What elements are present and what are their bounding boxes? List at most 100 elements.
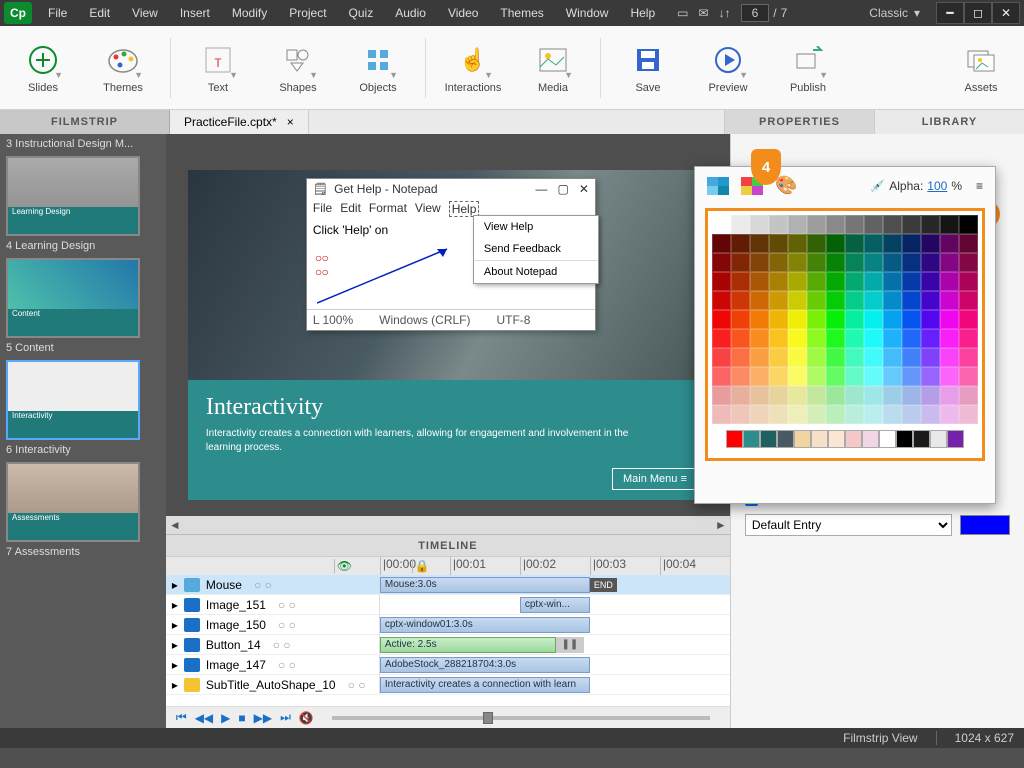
swatch[interactable] <box>921 386 940 405</box>
swatch[interactable] <box>788 253 807 272</box>
swatch[interactable] <box>788 310 807 329</box>
timeline-row[interactable]: ▸Image_151○ ○cptx-win... <box>166 595 730 615</box>
ribbon-shapes[interactable]: ▼ Shapes <box>263 31 333 105</box>
swatch[interactable] <box>921 234 940 253</box>
timeline-bar[interactable]: cptx-win... <box>520 597 590 613</box>
swatch[interactable] <box>807 348 826 367</box>
swatch[interactable] <box>845 329 864 348</box>
swatch[interactable] <box>940 234 959 253</box>
menu-project[interactable]: Project <box>279 3 336 23</box>
swatch[interactable] <box>921 272 940 291</box>
menu-themes[interactable]: Themes <box>490 3 553 23</box>
swatch[interactable] <box>769 310 788 329</box>
swatch[interactable] <box>826 234 845 253</box>
horizontal-scrollbar[interactable]: ◄ ► <box>166 516 730 534</box>
document-tab[interactable]: PracticeFile.cptx* × <box>170 110 309 134</box>
swatch[interactable] <box>883 367 902 386</box>
swatch[interactable] <box>845 215 864 234</box>
swatch[interactable] <box>864 405 883 424</box>
scroll-right-icon[interactable]: ► <box>712 518 730 532</box>
stop-icon[interactable]: ■ <box>238 711 245 725</box>
swatch[interactable] <box>864 329 883 348</box>
swatch[interactable] <box>959 329 978 348</box>
timeline-row[interactable]: ▸Image_147○ ○AdobeStock_288218704:3.0s <box>166 655 730 675</box>
swatch[interactable] <box>864 367 883 386</box>
swatch[interactable] <box>921 215 940 234</box>
swatch[interactable] <box>902 329 921 348</box>
swatch[interactable] <box>807 386 826 405</box>
swatch[interactable] <box>883 272 902 291</box>
main-menu-button[interactable]: Main Menu ≡ <box>612 468 698 490</box>
swatch[interactable] <box>731 272 750 291</box>
np-menu-format[interactable]: Format <box>369 201 407 217</box>
swatch[interactable] <box>845 367 864 386</box>
swatch[interactable] <box>807 291 826 310</box>
color-wheel-icon[interactable]: 🎨 <box>775 175 797 196</box>
filmstrip-item-selected[interactable]: Interactivity 6 Interactivity <box>6 360 160 456</box>
ribbon-slides[interactable]: ▼ Slides <box>8 31 78 105</box>
swatch[interactable] <box>864 310 883 329</box>
swatch[interactable] <box>845 430 862 448</box>
swatch[interactable] <box>750 348 769 367</box>
swatch[interactable] <box>902 253 921 272</box>
swatch[interactable] <box>788 215 807 234</box>
swatch[interactable] <box>902 367 921 386</box>
alpha-value[interactable]: 100 <box>927 179 947 193</box>
swatch[interactable] <box>883 405 902 424</box>
swatch-row-bottom[interactable] <box>726 430 964 448</box>
swatch[interactable] <box>940 215 959 234</box>
swatch[interactable] <box>940 405 959 424</box>
menu-quiz[interactable]: Quiz <box>339 3 384 23</box>
ribbon-media[interactable]: ▼ Media <box>518 31 588 105</box>
swatch[interactable] <box>959 234 978 253</box>
swatch[interactable] <box>902 234 921 253</box>
swatch[interactable] <box>777 430 794 448</box>
swatch[interactable] <box>788 329 807 348</box>
swatch[interactable] <box>826 386 845 405</box>
np-menu-file[interactable]: File <box>313 201 332 217</box>
ribbon-interactions[interactable]: ☝▼ Interactions <box>438 31 508 105</box>
swatch[interactable] <box>731 386 750 405</box>
tab-properties[interactable]: PROPERTIES <box>724 110 874 134</box>
close-icon[interactable]: ✕ <box>579 182 589 196</box>
swatch[interactable] <box>750 272 769 291</box>
canvas[interactable]: Interactivity Interactivity creates a co… <box>166 134 730 516</box>
swatch[interactable] <box>913 430 930 448</box>
swatch[interactable] <box>788 405 807 424</box>
swatches-tab[interactable] <box>707 177 729 195</box>
swatch[interactable] <box>883 348 902 367</box>
swatch[interactable] <box>807 405 826 424</box>
swatch[interactable] <box>750 367 769 386</box>
swatch[interactable] <box>807 253 826 272</box>
swatch[interactable] <box>959 291 978 310</box>
notif-icon[interactable]: ▭ <box>677 6 688 20</box>
swatch[interactable] <box>896 430 913 448</box>
swatch[interactable] <box>959 405 978 424</box>
swatch[interactable] <box>769 367 788 386</box>
timeline-row[interactable]: ▸Mouse○ ○Mouse:3.0sEND <box>166 575 730 595</box>
swatch[interactable] <box>902 310 921 329</box>
swatch[interactable] <box>845 386 864 405</box>
swatch[interactable] <box>959 348 978 367</box>
swatch[interactable] <box>826 348 845 367</box>
swatch[interactable] <box>807 329 826 348</box>
swatch[interactable] <box>743 430 760 448</box>
close-button[interactable]: ✕ <box>992 2 1020 24</box>
swatch[interactable] <box>883 386 902 405</box>
slide-stage[interactable]: Interactivity Interactivity creates a co… <box>188 170 708 500</box>
menu-icon[interactable]: ≡ <box>976 179 983 193</box>
swatch[interactable] <box>940 253 959 272</box>
swatch[interactable] <box>731 234 750 253</box>
swatch[interactable] <box>883 291 902 310</box>
swatch[interactable] <box>731 348 750 367</box>
ribbon-objects[interactable]: ▼ Objects <box>343 31 413 105</box>
swatch[interactable] <box>769 234 788 253</box>
filmstrip-tab[interactable]: FILMSTRIP <box>0 110 170 134</box>
swatch[interactable] <box>769 386 788 405</box>
swatch[interactable] <box>769 405 788 424</box>
swatch[interactable] <box>807 310 826 329</box>
swatch[interactable] <box>902 291 921 310</box>
swatch[interactable] <box>807 272 826 291</box>
swatch[interactable] <box>807 367 826 386</box>
swatch[interactable] <box>769 253 788 272</box>
